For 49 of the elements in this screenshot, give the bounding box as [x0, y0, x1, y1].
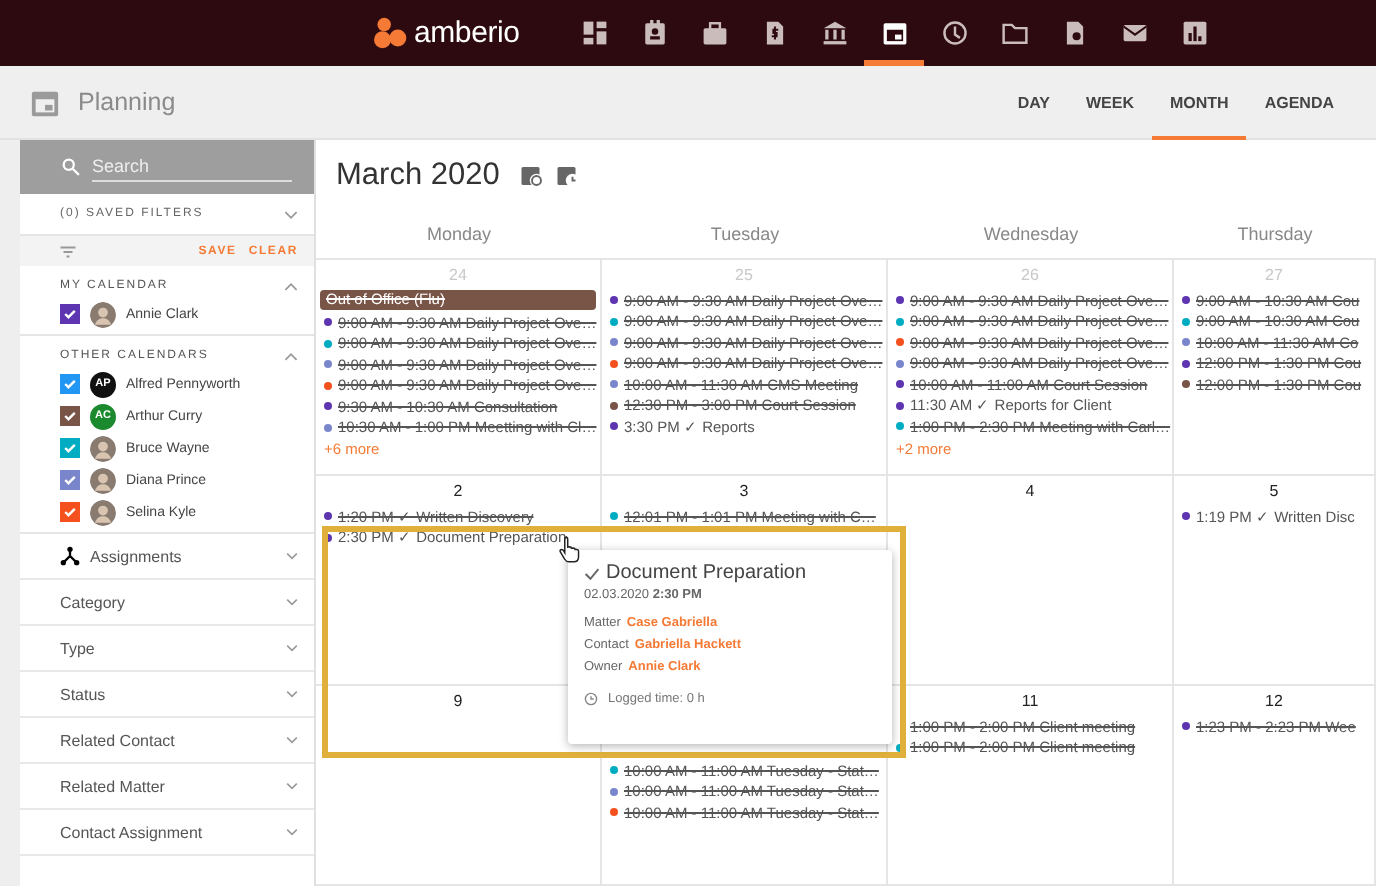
- view-tab[interactable]: WEEK: [1068, 65, 1152, 139]
- checkbox[interactable]: [60, 304, 80, 324]
- day-number: 3: [739, 482, 749, 504]
- avatar-icon: [90, 301, 116, 327]
- weekday-header: Thursday: [1174, 212, 1376, 260]
- checkbox[interactable]: [60, 406, 80, 426]
- calendar-icon: [30, 87, 60, 117]
- clock-icon: [584, 692, 598, 706]
- day-number: 5: [1269, 482, 1279, 504]
- chevron-down-icon: [286, 644, 298, 652]
- checkbox[interactable]: [60, 438, 80, 458]
- avatar-icon: [90, 499, 116, 525]
- month-title: March 2020: [336, 158, 500, 194]
- checkbox[interactable]: [60, 374, 80, 394]
- avatar-icon: [90, 435, 116, 461]
- hierarchy-icon: [60, 546, 80, 566]
- chevron-down-icon: [286, 552, 298, 560]
- chevron-up-icon[interactable]: [284, 281, 298, 291]
- search-field[interactable]: Search: [92, 152, 292, 182]
- logo-icon: [374, 16, 408, 50]
- checkbox[interactable]: [60, 502, 80, 522]
- day-number: 9: [453, 692, 463, 714]
- weekday-header: Tuesday: [602, 212, 888, 260]
- chevron-up-icon[interactable]: [284, 351, 298, 361]
- check-icon: [584, 565, 600, 581]
- day-number: 2: [453, 482, 463, 504]
- chevron-down-icon: [286, 828, 298, 836]
- weekday-header: Wednesday: [888, 212, 1174, 260]
- chevron-down-icon: [286, 736, 298, 744]
- logo-text: amberio: [414, 16, 520, 50]
- page-title: Planning: [78, 88, 176, 116]
- day-number: 11: [1021, 692, 1039, 714]
- search-box[interactable]: Search: [20, 140, 314, 194]
- checkbox[interactable]: [60, 470, 80, 490]
- avatar-icon: [90, 467, 116, 493]
- chevron-down-icon: [284, 209, 298, 219]
- chevron-down-icon: [286, 598, 298, 606]
- calendar-refresh-icon[interactable]: [519, 164, 544, 188]
- chevron-down-icon: [286, 782, 298, 790]
- weekday-header: Monday: [316, 212, 602, 260]
- view-tab[interactable]: DAY: [999, 65, 1068, 139]
- day-number: 4: [1025, 482, 1035, 504]
- view-tab[interactable]: AGENDA: [1246, 65, 1352, 139]
- popup-title: Document Preparation: [606, 562, 807, 584]
- chevron-down-icon: [286, 690, 298, 698]
- day-number: 12: [1265, 692, 1283, 714]
- search-icon: [62, 158, 80, 176]
- calendar-clock-icon[interactable]: [555, 164, 580, 188]
- filter-icon: [60, 245, 76, 257]
